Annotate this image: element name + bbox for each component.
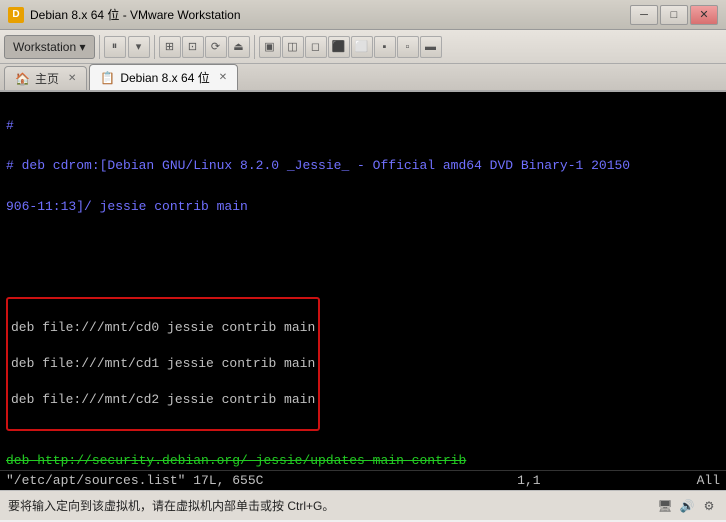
view-icon-4[interactable]: ⬛ [328, 36, 350, 58]
view-icon-7[interactable]: ▫ [397, 36, 419, 58]
menu-separator-1 [99, 35, 100, 59]
menu-bar: Workstation ▾ ⏸ ▾ ⊞ ⊡ ⟳ ⏏ ▣ ◫ ◻ ⬛ ⬜ ▪ ▫ … [0, 30, 726, 64]
line-cd0: deb file:///mnt/cd0 jessie contrib main [11, 319, 315, 337]
title-bar-text: Debian 8.x 64 位 - VMware Workstation [30, 6, 630, 23]
audio-icon[interactable]: 🔊 [678, 497, 696, 515]
menu-separator-2 [154, 35, 155, 59]
line-deb-cdrom1: # deb cdrom:[Debian GNU/Linux 8.2.0 _Jes… [6, 156, 720, 176]
tab-home-label: 主页 [35, 70, 59, 87]
snapshot-icon[interactable]: ⊡ [182, 36, 204, 58]
line-security: deb http://security.debian.org/ jessie/u… [6, 451, 720, 471]
app-icon: D [8, 7, 24, 23]
terminal-content: # # deb cdrom:[Debian GNU/Linux 8.2.0 _J… [0, 92, 726, 490]
usb-icon[interactable]: ⚙ [700, 497, 718, 515]
view-icon-8[interactable]: ▬ [420, 36, 442, 58]
vm-screen[interactable]: # # deb cdrom:[Debian GNU/Linux 8.2.0 _J… [0, 92, 726, 490]
line-cd2: deb file:///mnt/cd2 jessie contrib main [11, 391, 315, 409]
title-bar: D Debian 8.x 64 位 - VMware Workstation ─… [0, 0, 726, 30]
vim-position: 1,1 All [517, 473, 720, 488]
view-icon-5[interactable]: ⬜ [351, 36, 373, 58]
vim-status-bar: "/etc/apt/sources.list" 17L, 655C 1,1 Al… [0, 470, 726, 490]
view-icon-3[interactable]: ◻ [305, 36, 327, 58]
vm-icon: 📋 [100, 71, 115, 85]
send-ctrl-alt-del-icon[interactable]: ⊞ [159, 36, 181, 58]
tab-home[interactable]: 🏠 主页 ✕ [4, 66, 87, 90]
menu-separator-3 [254, 35, 255, 59]
status-message: 要将输入定向到该虚拟机，请在虚拟机内部单击或按 Ctrl+G。 [8, 497, 334, 514]
revert-icon[interactable]: ⟳ [205, 36, 227, 58]
view-icon-6[interactable]: ▪ [374, 36, 396, 58]
title-bar-controls: ─ □ ✕ [630, 5, 718, 25]
vim-file-info: "/etc/apt/sources.list" 17L, 655C [6, 473, 263, 488]
tab-vm[interactable]: 📋 Debian 8.x 64 位 ✕ [89, 64, 238, 90]
tab-vm-close[interactable]: ✕ [219, 72, 227, 83]
status-icons: 🖥 🔊 ⚙ [656, 497, 718, 515]
network-icon[interactable]: 🖥 [656, 497, 674, 515]
tab-home-close[interactable]: ✕ [68, 73, 76, 84]
tab-bar: 🏠 主页 ✕ 📋 Debian 8.x 64 位 ✕ [0, 64, 726, 92]
highlighted-block: deb file:///mnt/cd0 jessie contrib main … [6, 277, 720, 430]
view-icon-2[interactable]: ◫ [282, 36, 304, 58]
line-hash1: # [6, 116, 720, 136]
status-bar: 要将输入定向到该虚拟机，请在虚拟机内部单击或按 Ctrl+G。 🖥 🔊 ⚙ [0, 490, 726, 520]
tab-vm-label: Debian 8.x 64 位 [120, 69, 209, 86]
power-icon[interactable]: ⏏ [228, 36, 250, 58]
line-deb-cdrom2: 906-11:13]/ jessie contrib main [6, 197, 720, 217]
line-cd1: deb file:///mnt/cd1 jessie contrib main [11, 355, 315, 373]
tools-button[interactable]: ▾ [128, 36, 150, 58]
close-button[interactable]: ✕ [690, 5, 718, 25]
line-blank1 [6, 237, 720, 257]
view-icon-1[interactable]: ▣ [259, 36, 281, 58]
minimize-button[interactable]: ─ [630, 5, 658, 25]
maximize-button[interactable]: □ [660, 5, 688, 25]
workstation-menu[interactable]: Workstation ▾ [4, 35, 95, 59]
pause-button[interactable]: ⏸ [104, 36, 126, 58]
home-icon: 🏠 [15, 72, 30, 86]
